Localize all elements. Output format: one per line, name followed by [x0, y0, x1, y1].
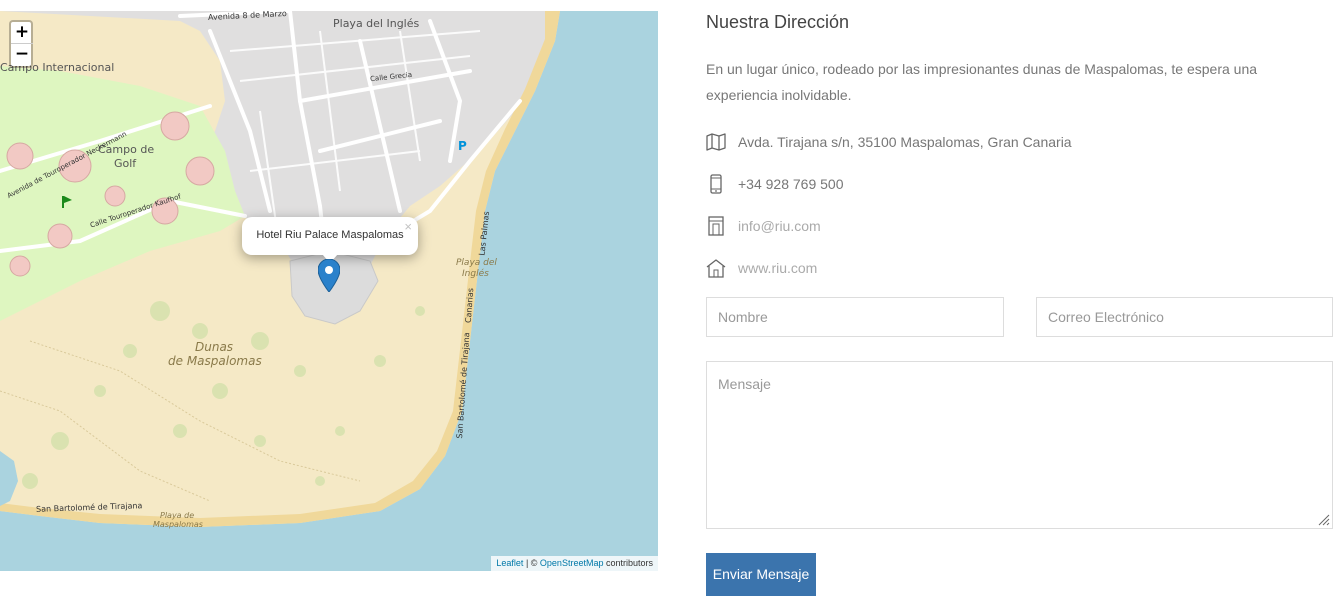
map-icon [706, 133, 726, 151]
popup-text: Hotel Riu Palace Maspalomas [256, 229, 404, 241]
map-label-playa-ingles-beach-1: Playa del [456, 258, 497, 268]
zoom-out-button[interactable]: − [11, 44, 33, 66]
map-label-playa-maspalomas-2: Maspalomas [153, 520, 203, 529]
phone-value: +34 928 769 500 [738, 176, 844, 192]
contact-description: En un lugar único, rodeado por las impre… [706, 61, 1258, 103]
map-label-playa-maspalomas-1: Playa de [160, 511, 195, 520]
zoom-control: + − [9, 20, 33, 68]
popup-close-icon[interactable]: × [404, 219, 412, 234]
map-attribution: Leaflet | © OpenStreetMap contributors [491, 556, 658, 571]
website-link[interactable]: www.riu.com [738, 260, 817, 276]
message-field[interactable]: Mensaje [706, 361, 1333, 529]
map[interactable]: P Avenida 8 de Marzo Playa del Inglés Ca… [0, 11, 658, 571]
zoom-in-button[interactable]: + [11, 22, 33, 44]
home-icon [706, 259, 726, 278]
attribution-suffix: contributors [603, 558, 653, 568]
email-link[interactable]: info@riu.com [738, 218, 821, 234]
building-icon [708, 216, 724, 236]
map-label-campo-golf-2: Golf [114, 157, 137, 170]
openstreetmap-link[interactable]: OpenStreetMap [540, 558, 604, 568]
email-field[interactable]: Correo Electrónico [1036, 297, 1333, 337]
svg-text:P: P [458, 139, 467, 153]
map-label-dunas-1: Dunas [195, 340, 234, 354]
phone-item: +34 928 769 500 [706, 173, 1326, 195]
resize-handle-icon[interactable] [1318, 514, 1330, 526]
attribution-separator: | © [523, 558, 540, 568]
phone-icon [710, 174, 722, 194]
message-placeholder: Mensaje [718, 376, 771, 392]
address-value: Avda. Tirajana s/n, 35100 Maspalomas, Gr… [738, 134, 1072, 150]
email-item: info@riu.com [706, 215, 1326, 237]
email-placeholder: Correo Electrónico [1048, 309, 1164, 325]
address-item: Avda. Tirajana s/n, 35100 Maspalomas, Gr… [706, 131, 1326, 153]
map-label-dunas-2: de Maspalomas [168, 354, 262, 368]
map-label-playa-ingles-beach-2: Inglés [462, 269, 489, 279]
contact-title: Nuestra Dirección [706, 12, 850, 32]
submit-button[interactable]: Enviar Mensaje [706, 553, 816, 596]
map-label-playa-ingles-top: Playa del Inglés [333, 17, 420, 30]
map-marker-icon[interactable] [318, 259, 340, 292]
name-field[interactable]: Nombre [706, 297, 1004, 337]
map-popup: Hotel Riu Palace Maspalomas × [242, 217, 418, 263]
name-placeholder: Nombre [718, 309, 768, 325]
leaflet-link[interactable]: Leaflet [496, 558, 523, 568]
website-item: www.riu.com [706, 257, 1326, 279]
